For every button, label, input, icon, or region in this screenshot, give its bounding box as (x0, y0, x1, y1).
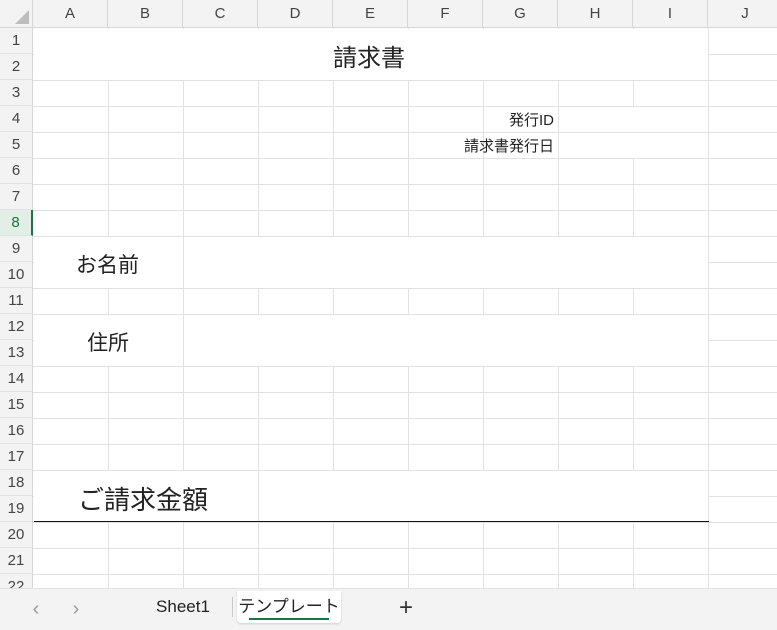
column-header-b[interactable]: B (108, 0, 183, 28)
column-header-f[interactable]: F (408, 0, 483, 28)
row-header-5[interactable]: 5 (0, 132, 33, 158)
gridline-horizontal (33, 548, 777, 549)
column-header-c[interactable]: C (183, 0, 258, 28)
column-header-i[interactable]: I (633, 0, 708, 28)
issue-date-label: 請求書発行日 (463, 138, 554, 155)
row-header-8[interactable]: 8 (0, 210, 33, 236)
row-header-1[interactable]: 1 (0, 28, 33, 54)
gridline-horizontal (33, 210, 777, 211)
gridline-horizontal (33, 158, 777, 159)
tab-template[interactable]: テンプレート (237, 591, 341, 623)
gridline-horizontal (33, 418, 777, 419)
issue-id-label: 発行ID (508, 112, 554, 129)
row-header-14[interactable]: 14 (0, 366, 33, 392)
amount-label: ご請求金額 (78, 485, 209, 515)
column-header-e[interactable]: E (333, 0, 408, 28)
merged-issue-date-value[interactable] (559, 133, 708, 158)
row-header-12[interactable]: 12 (0, 314, 33, 340)
row-header-18[interactable]: 18 (0, 470, 33, 496)
row-header-11[interactable]: 11 (0, 288, 33, 314)
column-header-h[interactable]: H (558, 0, 633, 28)
name-label: お名前 (76, 254, 139, 277)
row-header-17[interactable]: 17 (0, 444, 33, 470)
row-header-15[interactable]: 15 (0, 392, 33, 418)
gridline-horizontal (33, 366, 777, 367)
merged-name-value-cell[interactable] (184, 237, 708, 288)
address-label: 住所 (87, 332, 129, 355)
row-header-10[interactable]: 10 (0, 262, 33, 288)
gridline-horizontal (33, 574, 777, 575)
gridline-horizontal (33, 288, 777, 289)
sheet-tab-bar: ‹ › Sheet1 テンプレート + (0, 588, 777, 630)
gridline-vertical (708, 28, 709, 588)
merged-amount-value-cell[interactable] (259, 471, 708, 521)
column-header-j[interactable]: J (708, 0, 777, 28)
amount-underline (34, 521, 709, 522)
gridline-horizontal (33, 444, 777, 445)
row-header-19[interactable]: 19 (0, 496, 33, 522)
row-header-13[interactable]: 13 (0, 340, 33, 366)
row-header-3[interactable]: 3 (0, 80, 33, 106)
select-all-corner[interactable] (0, 0, 33, 28)
tab-template-label: テンプレート (238, 597, 340, 616)
chevron-right-icon[interactable]: › (65, 597, 87, 621)
row-header-6[interactable]: 6 (0, 158, 33, 184)
row-header-7[interactable]: 7 (0, 184, 33, 210)
invoice-title: 請求書 (333, 45, 405, 72)
select-all-triangle-icon (15, 10, 29, 24)
tab-separator (232, 597, 233, 617)
tab-sheet1[interactable]: Sheet1 (138, 591, 228, 623)
row-header-9[interactable]: 9 (0, 236, 33, 262)
row-header-21[interactable]: 21 (0, 548, 33, 574)
merged-address-value-cell[interactable] (184, 315, 708, 366)
row-header-22[interactable]: 22 (0, 574, 33, 588)
row-header-4[interactable]: 4 (0, 106, 33, 132)
column-header-d[interactable]: D (258, 0, 333, 28)
gridline-horizontal (33, 392, 777, 393)
column-header-g[interactable]: G (483, 0, 558, 28)
gridline-horizontal (33, 80, 777, 81)
row-header-2[interactable]: 2 (0, 54, 33, 80)
merged-issue-id-value[interactable] (559, 107, 708, 132)
gridline-horizontal (33, 184, 777, 185)
row-header-16[interactable]: 16 (0, 418, 33, 444)
row-header-20[interactable]: 20 (0, 522, 33, 548)
chevron-left-icon[interactable]: ‹ (25, 597, 47, 621)
column-header-a[interactable]: A (33, 0, 108, 28)
gridline-horizontal (33, 522, 777, 523)
active-tab-underline (249, 618, 329, 620)
add-sheet-button[interactable]: + (392, 594, 420, 622)
spreadsheet-grid[interactable]: ABCDEFGHIJ 1 2 3 4 5 6 7 8 9 10 11 12 13 14 15 16 17 18 19… (0, 0, 777, 588)
